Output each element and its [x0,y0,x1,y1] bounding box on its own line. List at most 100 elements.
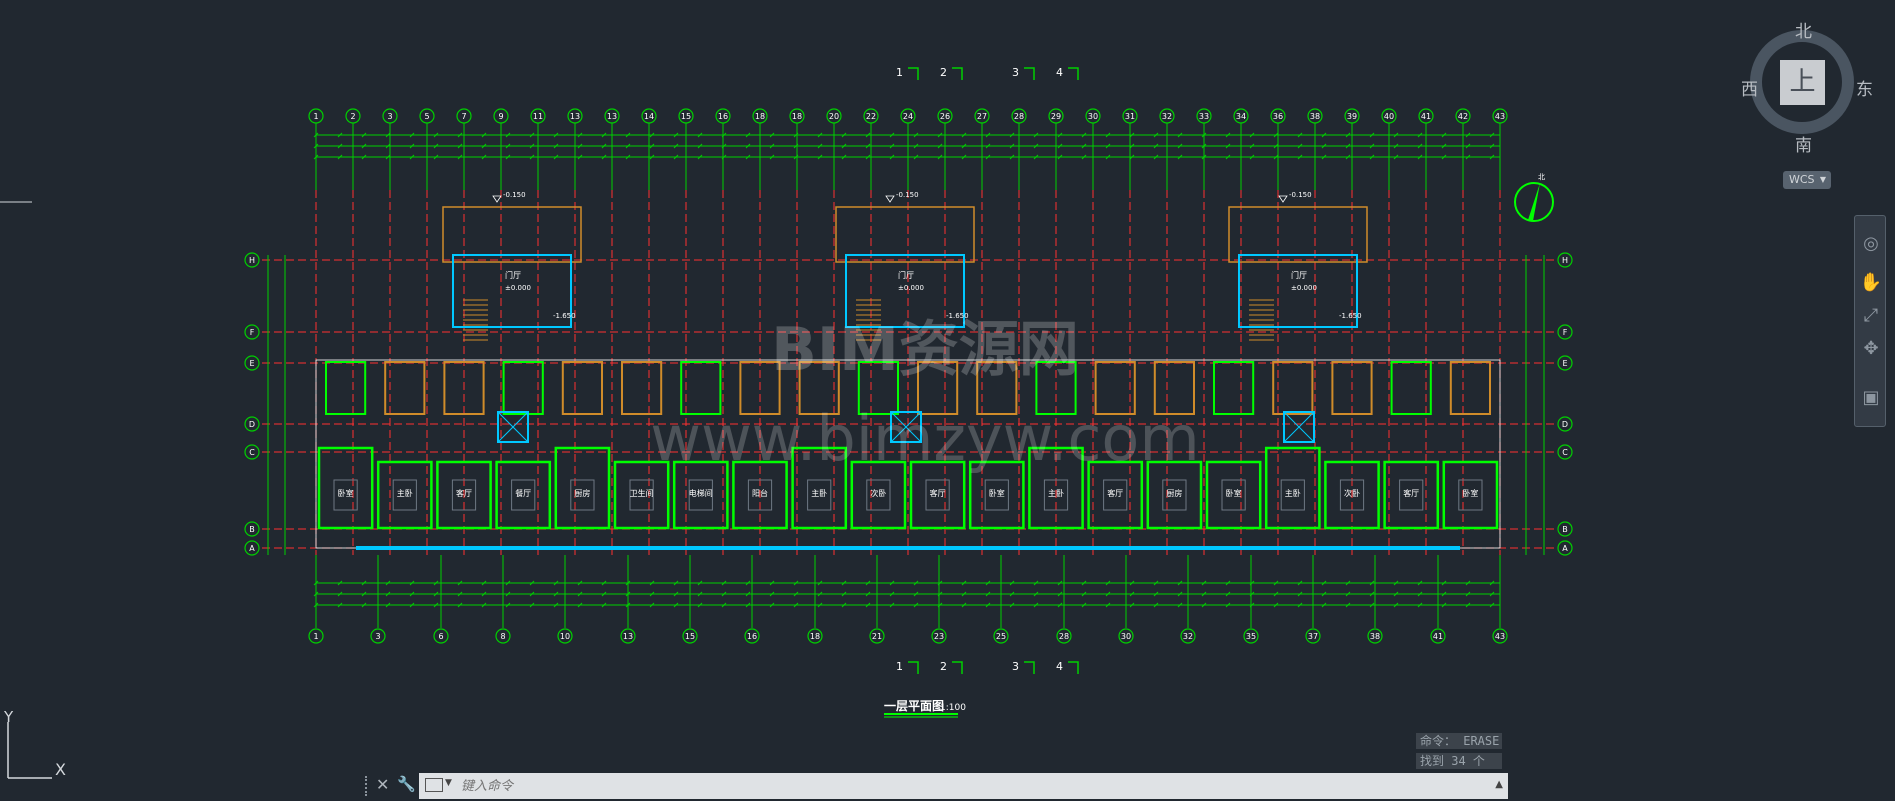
axis-bubbles-bottom: 1 3 6 8 10 13 15 16 18 21 23 25 28 30 32 35 37 38 41 43 [308,555,1508,644]
axis-bubble-label: 5 [424,112,429,121]
axis-bubble-label: 13 [570,112,580,121]
section-mark-label: 4 [1056,66,1063,79]
axis-bubble-label: 23 [934,632,944,641]
axis-bubble-label: 18 [810,632,820,641]
axis-bubble-label: 35 [1246,632,1256,641]
axis-bubble-label: 24 [903,112,913,121]
elevation-marker [885,195,895,203]
grip-handle[interactable] [365,776,373,796]
compass-north[interactable]: 北 [1795,17,1812,42]
navigation-bar[interactable]: ◎ ✋ ⤢ ✥ ▣ [1854,215,1886,427]
axis-bubble-label: 43 [1495,632,1505,641]
room-label: 餐厅 [515,489,531,498]
axis-bubble-label: A [249,544,255,553]
showmotion-icon[interactable]: ▣ [1859,386,1883,410]
cad-drawing-canvas[interactable]: 1 2 3 5 7 9 11 13 13 14 15 16 18 18 20 22 24 26 27 28 29 30 31… [0,0,1895,799]
room-wall [325,361,367,415]
axis-bubble-label: 3 [375,632,380,641]
axis-bubble-label: D [249,420,255,429]
drawing-title: 一层平面图 1:100 [884,699,966,718]
steering-wheel-icon[interactable]: ◎ [1859,232,1883,256]
elevation-marker [492,195,502,203]
compass-south[interactable]: 南 [1795,131,1812,156]
command-input[interactable] [459,773,1488,801]
axis-bubble-label: 21 [872,632,882,641]
room-wall [554,446,611,530]
watermark-text-top: BIM资源网 [771,315,1079,385]
section-mark-label: 1 [896,66,903,79]
axis-bubble-label: A [1562,544,1568,553]
elevation-hall: ±0.000 [898,284,924,292]
room-label: 主卧 [811,488,827,498]
axis-bubble-label: 1 [313,632,318,641]
room-wall [1449,361,1492,415]
section-mark-arrow [1068,67,1079,80]
axis-bubble-label: 38 [1370,632,1380,641]
watermark-text-bottom: www.bimzyw.com [650,402,1200,475]
axis-bubble-label: 42 [1458,112,1468,121]
axis-bubble-label: 3 [387,112,392,121]
room-label: 电梯间 [689,488,713,498]
elevation-outdoor: -0.150 [1289,191,1312,199]
section-mark-label: 1 [896,660,903,673]
axis-bubble-label: 25 [996,632,1006,641]
chevron-up-icon[interactable]: ▲ [1495,779,1503,790]
chevron-down-icon[interactable]: ▼ [445,778,452,788]
elevation-outdoor: -0.150 [896,191,919,199]
viewcube[interactable]: 上 北 南 东 西 [1735,15,1885,165]
command-prompt-icon[interactable] [425,778,443,792]
axis-bubble-label: 7 [461,112,466,121]
section-mark-arrow [952,67,963,80]
axis-bubble-label: 9 [498,112,503,121]
axis-bubble-label: 32 [1162,112,1172,121]
axis-bubble-label: 39 [1347,112,1357,121]
axis-bubble-label: 15 [681,112,691,121]
elevation-stair: -1.650 [1339,312,1362,320]
wcs-label: WCS [1789,173,1815,186]
axis-bubble-label: 33 [1199,112,1209,121]
axis-bubble-label: C [1562,448,1568,457]
room-label: 阳台 [752,488,768,498]
room-label: 卫生间 [630,488,654,498]
axis-bubble-label: H [1562,256,1568,265]
axis-bubble-label: 40 [1384,112,1394,121]
drawing-title-text: 一层平面图 [884,699,944,713]
room-label: 卧室 [338,488,354,498]
close-icon[interactable]: ✕ [376,775,389,794]
room-label: 卧室 [1226,488,1242,498]
viewcube-top-face[interactable]: 上 [1780,60,1825,105]
axis-bubble-label: 41 [1433,632,1443,641]
room-label: 主卧 [1285,488,1301,498]
axis-bubble-label: E [249,359,254,368]
axis-bubble-label: H [249,256,255,265]
compass-west[interactable]: 西 [1741,75,1758,100]
axis-bubble-label: 32 [1183,632,1193,641]
axis-bubble-label: 28 [1059,632,1069,641]
room-label: 客厅 [930,488,946,498]
room-wall [384,361,426,415]
axis-bubble-label: 13 [607,112,617,121]
hall-label: 门厅 [505,270,521,280]
axis-bubble-label: 10 [560,632,570,641]
room-wall [1390,361,1432,415]
command-input-wrapper[interactable]: ▼ ▲ [419,773,1508,801]
axis-bubble-label: F [1563,328,1568,337]
compass-east[interactable]: 东 [1856,75,1873,100]
section-mark-label: 2 [940,660,947,673]
pan-hand-icon[interactable]: ✋ [1859,271,1883,295]
axis-bubble-label: 16 [718,112,728,121]
room-label: 卧室 [1462,488,1478,498]
section-mark-arrow [1068,661,1079,674]
orbit-icon[interactable]: ✥ [1859,337,1883,361]
axis-bubble-label: 28 [1014,112,1024,121]
room-wall [1213,361,1255,415]
axis-bubble-label: 26 [940,112,950,121]
wcs-dropdown[interactable]: WCS ▼ [1783,171,1831,189]
axis-bubble-label: 31 [1125,112,1135,121]
elevation-stair: -1.650 [553,312,576,320]
wrench-icon[interactable]: 🔧 [397,775,416,793]
zoom-extents-icon[interactable]: ⤢ [1859,304,1883,328]
drawing-scale-text: 1:100 [940,703,966,713]
axis-bubble-label: 20 [829,112,839,121]
svg-text:北: 北 [1538,173,1545,181]
